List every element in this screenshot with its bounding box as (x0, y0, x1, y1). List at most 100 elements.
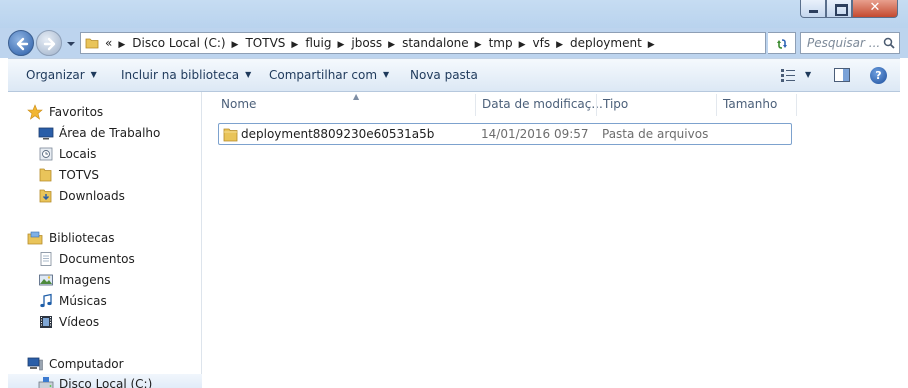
refresh-button[interactable] (768, 32, 796, 54)
nav-item-label: Documentos (59, 252, 135, 266)
close-button[interactable]: ✕ (852, 0, 898, 18)
nav-item-videos[interactable]: Vídeos (8, 312, 202, 332)
forward-button[interactable] (36, 30, 62, 56)
nav-item-documents[interactable]: Documentos (8, 249, 202, 269)
chevron-down-icon: ▼ (245, 70, 252, 79)
nav-item-label: Disco Local (C:) (59, 377, 153, 388)
preview-pane-button[interactable] (834, 68, 850, 82)
search-input[interactable] (807, 35, 879, 51)
pictures-icon (39, 274, 53, 286)
chevron-right-icon[interactable]: ▶ (337, 40, 344, 50)
address-bar[interactable]: « ▶ Disco Local (C:) ▶ TOTVS ▶ fluig ▶ jboss ▶ sta… (80, 32, 842, 54)
breadcrumb-item[interactable]: TOTVS (245, 36, 285, 50)
nav-favorites[interactable]: Favoritos (8, 102, 202, 122)
downloads-icon (39, 189, 52, 203)
refresh-icon (777, 39, 787, 49)
share-label: Compartilhar com (269, 68, 378, 82)
nav-item-label: Músicas (59, 294, 107, 308)
folder-icon (223, 128, 238, 142)
title-bar: ✕ (0, 0, 908, 28)
breadcrumb-item[interactable]: Disco Local (C:) (132, 36, 225, 50)
star-icon (27, 104, 43, 120)
column-header-date[interactable]: Data de modificaç... (476, 92, 603, 117)
nav-computer[interactable]: Computador (8, 354, 202, 374)
column-header-label: Nome (221, 97, 257, 111)
search-box[interactable] (800, 32, 900, 54)
breadcrumb-item[interactable]: jboss (351, 36, 382, 50)
drive-icon (38, 377, 54, 388)
recent-pages-dropdown[interactable] (66, 40, 76, 48)
share-menu[interactable]: Compartilhar com ▼ (269, 68, 389, 82)
chevron-right-icon[interactable]: ▶ (118, 40, 125, 50)
column-header-label: Tipo (603, 97, 629, 111)
nav-item-label: Área de Trabalho (59, 126, 161, 140)
chevron-right-icon[interactable]: ▶ (232, 40, 239, 50)
computer-icon (27, 357, 43, 371)
nav-item-totvs[interactable]: TOTVS (8, 165, 202, 185)
nav-item-downloads[interactable]: Downloads (8, 186, 202, 206)
chevron-right-icon[interactable]: ▶ (648, 40, 655, 50)
file-modified: 14/01/2016 09:57 (481, 127, 589, 141)
nav-item-label: TOTVS (59, 168, 99, 182)
maximize-button[interactable] (826, 0, 852, 18)
file-type: Pasta de arquivos (602, 127, 709, 141)
back-button[interactable] (8, 30, 34, 56)
column-header-label: Tamanho (723, 97, 778, 111)
nav-item-label: Imagens (59, 273, 111, 287)
column-header-type[interactable]: Tipo (597, 92, 717, 117)
search-icon[interactable] (883, 37, 895, 49)
nav-libraries-label: Bibliotecas (49, 231, 115, 245)
nav-item-recent-places[interactable]: Locais (8, 144, 202, 164)
new-folder-button[interactable]: Nova pasta (410, 68, 478, 82)
organize-menu[interactable]: Organizar ▼ (26, 68, 97, 82)
breadcrumb-overflow[interactable]: « (105, 36, 112, 50)
chevron-right-icon[interactable]: ▶ (291, 40, 298, 50)
column-header-label: Data de modificaç... (482, 97, 603, 111)
change-view-icon[interactable] (780, 68, 796, 82)
nav-item-music[interactable]: Músicas (8, 291, 202, 311)
new-folder-label: Nova pasta (410, 68, 478, 82)
close-icon: ✕ (869, 0, 881, 15)
videos-icon (40, 316, 52, 328)
nav-item-label: Downloads (59, 189, 125, 203)
breadcrumb-item[interactable]: standalone (402, 36, 469, 50)
folder-icon (39, 168, 52, 182)
breadcrumb-item[interactable]: vfs (533, 36, 551, 50)
music-icon (40, 293, 52, 308)
arrow-left-icon (16, 37, 29, 51)
table-row[interactable]: deployment8809230e60531a5b 14/01/2016 09… (218, 123, 792, 145)
navigation-bar: « ▶ Disco Local (C:) ▶ TOTVS ▶ fluig ▶ jboss ▶ sta… (0, 28, 908, 58)
column-divider[interactable] (796, 94, 797, 116)
include-library-label: Incluir na biblioteca (121, 68, 240, 82)
nav-item-desktop[interactable]: Área de Trabalho (8, 123, 202, 143)
nav-computer-label: Computador (49, 357, 124, 371)
nav-item-local-disk[interactable]: Disco Local (C:) (8, 374, 202, 388)
chevron-down-icon: ▼ (383, 70, 390, 79)
command-bar: Organizar ▼ Incluir na biblioteca ▼ Compar… (8, 58, 900, 92)
column-header-size[interactable]: Tamanho (717, 92, 797, 117)
nav-favorites-label: Favoritos (49, 105, 104, 119)
minimize-button[interactable] (800, 0, 826, 18)
nav-libraries[interactable]: Bibliotecas (8, 228, 202, 248)
documents-icon (40, 252, 52, 266)
nav-item-label: Locais (59, 147, 97, 161)
file-list: Nome ▲ Data de modificaç... Tipo Tamanho… (203, 92, 900, 388)
breadcrumb-item[interactable]: tmp (489, 36, 513, 50)
chevron-right-icon[interactable]: ▶ (388, 40, 395, 50)
chevron-right-icon[interactable]: ▶ (556, 40, 563, 50)
chevron-right-icon[interactable]: ▶ (519, 40, 526, 50)
chevron-right-icon[interactable]: ▶ (475, 40, 482, 50)
breadcrumb-item[interactable]: fluig (305, 36, 331, 50)
breadcrumb-item[interactable]: deployment (570, 36, 642, 50)
sort-up-icon: ▲ (353, 92, 360, 101)
include-library-menu[interactable]: Incluir na biblioteca ▼ (121, 68, 251, 82)
desktop-icon (38, 127, 54, 140)
nav-item-pictures[interactable]: Imagens (8, 270, 202, 290)
file-name: deployment8809230e60531a5b (241, 127, 435, 141)
view-options-dropdown[interactable]: ▼ (805, 70, 811, 79)
navigation-pane: Favoritos Área de Trabalho Locais TOTVS … (8, 92, 202, 388)
chevron-down-icon: ▼ (90, 70, 97, 79)
column-header-name[interactable]: Nome ▲ (215, 92, 475, 117)
help-icon[interactable]: ? (870, 67, 887, 84)
libraries-icon (27, 231, 43, 245)
